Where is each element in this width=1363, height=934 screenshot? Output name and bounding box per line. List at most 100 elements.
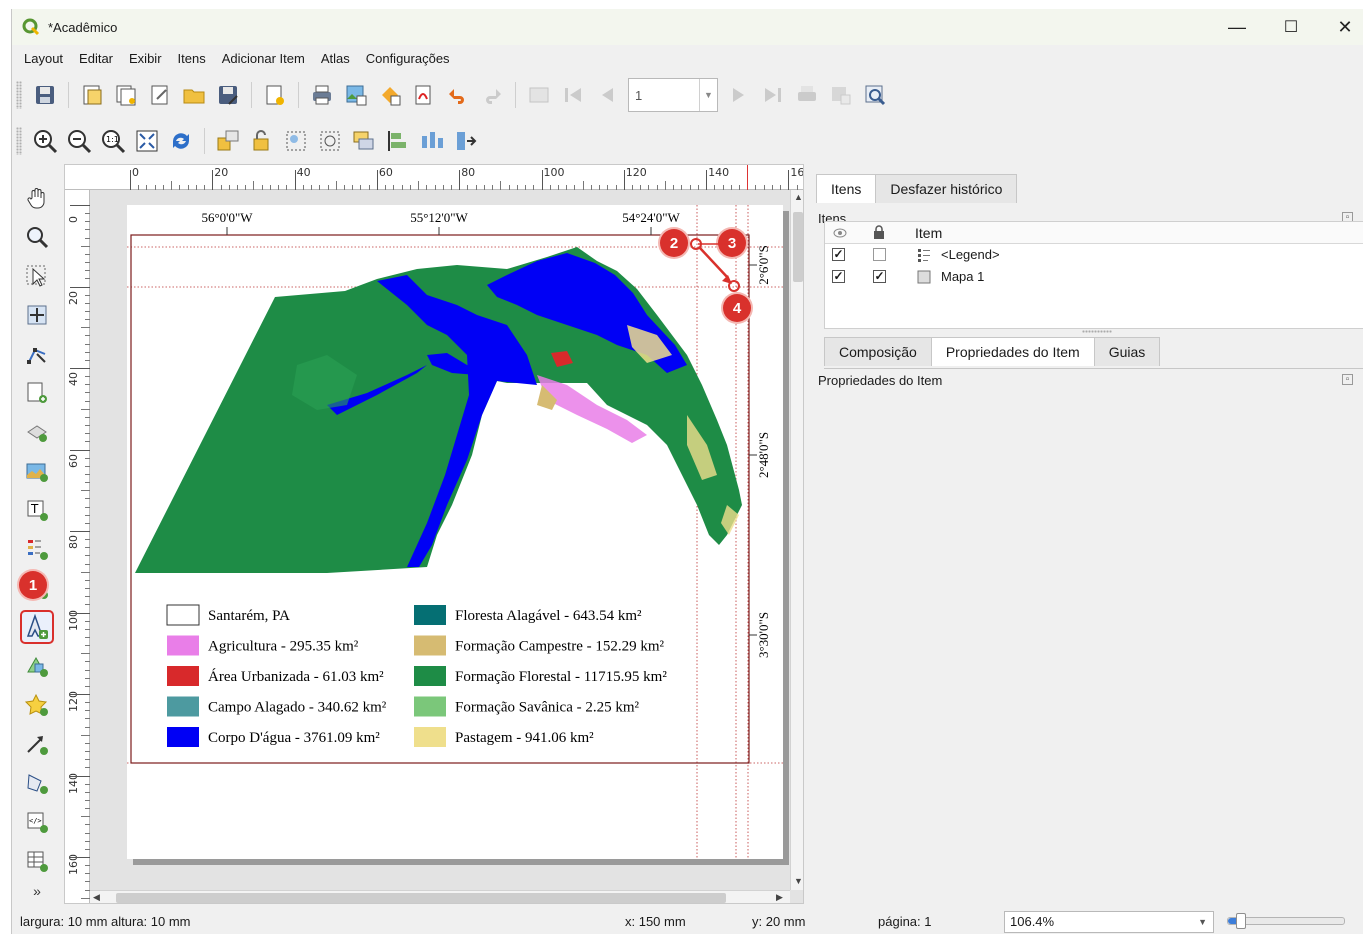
visibility-checkbox[interactable]: ✓ [832,248,845,261]
menu-exibir[interactable]: Exibir [121,51,170,66]
open-template-icon[interactable] [179,80,209,110]
atlas-last-icon[interactable] [758,80,788,110]
maximize-button[interactable]: ☐ [1264,9,1318,45]
export-image-icon[interactable] [341,80,371,110]
zoom-tool-icon[interactable] [20,220,54,254]
align-items-icon[interactable] [383,126,413,156]
menu-adicionar-item[interactable]: Adicionar Item [214,51,313,66]
add-marker-tool-icon[interactable] [20,688,54,722]
lock-checkbox[interactable]: ✓ [873,270,886,283]
ruler-v-minor-tick [85,873,90,875]
zoom-actual-icon[interactable]: 1:1 [98,126,128,156]
distribute-items-icon[interactable] [417,126,447,156]
ungroup-items-icon[interactable] [315,126,345,156]
export-svg-icon[interactable] [375,80,405,110]
lock-checkbox[interactable] [873,248,886,261]
horizontal-scroll-thumb[interactable] [116,893,726,903]
atlas-preview-icon[interactable] [524,80,554,110]
atlas-page-dropdown[interactable]: ▼ [699,79,717,111]
vertical-scroll-thumb[interactable] [793,212,803,282]
vertical-ruler[interactable]: 0 20 40 60 80 100 120 140 160 [65,190,90,903]
redo-icon[interactable] [477,80,507,110]
save-template-icon[interactable] [213,80,243,110]
ruler-h-minor-tick [780,185,782,190]
zoom-slider[interactable] [1227,913,1345,929]
horizontal-ruler[interactable]: 0 20 40 60 80 100 120 140 160 [65,165,803,190]
add-north-arrow-tool-icon[interactable] [20,610,54,644]
more-tools-chevron-icon[interactable]: » [20,883,54,899]
add-legend-tool-icon[interactable] [20,532,54,566]
zoom-slider-knob[interactable] [1235,913,1246,929]
add-label-tool-icon[interactable]: T [20,493,54,527]
toolbar-grip[interactable] [16,81,22,109]
scroll-right-icon[interactable]: ▶ [776,892,783,903]
lock-items-icon[interactable] [213,126,243,156]
toolbar-grip[interactable] [16,127,22,155]
raise-items-icon[interactable] [349,126,379,156]
tab-itens[interactable]: Itens [816,174,877,203]
ruler-v-minor-tick [85,384,90,386]
atlas-page-spinbox[interactable]: 1 ▼ [628,78,718,112]
ruler-v-minor-tick [85,457,90,459]
add-map-tool-icon[interactable] [20,376,54,410]
export-pdf-icon[interactable] [409,80,439,110]
menu-layout[interactable]: Layout [16,51,71,66]
canvas-vertical-scrollbar[interactable]: ▲ ▼ [790,190,803,890]
tab-desfazer-historico[interactable]: Desfazer histórico [875,174,1018,203]
move-content-tool-icon[interactable] [20,298,54,332]
layout-manager-icon[interactable] [145,80,175,110]
select-move-tool-icon[interactable] [20,259,54,293]
duplicate-layout-icon[interactable] [111,80,141,110]
atlas-first-icon[interactable] [558,80,588,110]
new-layout-icon[interactable] [77,80,107,110]
canvas-horizontal-scrollbar[interactable]: ◀ ▶ [90,890,790,903]
visibility-checkbox[interactable]: ✓ [832,270,845,283]
atlas-next-icon[interactable] [724,80,754,110]
resize-items-icon[interactable] [451,126,481,156]
refresh-icon[interactable] [166,126,196,156]
atlas-export-icon[interactable] [826,80,856,110]
menu-editar[interactable]: Editar [71,51,121,66]
zoom-in-icon[interactable] [30,126,60,156]
add-arrow-tool-icon[interactable] [20,727,54,761]
zoom-combobox[interactable]: 106.4% ▼ [1004,911,1214,933]
zoom-dropdown-icon[interactable]: ▼ [1198,912,1207,932]
add-attribute-table-tool-icon[interactable] [20,844,54,878]
add-html-tool-icon[interactable]: </> [20,805,54,839]
item-row-mapa1[interactable]: ✓ ✓ Mapa 1 [825,266,1363,288]
item-row-legend[interactable]: ✓ <Legend> [825,244,1363,266]
group-items-icon[interactable] [281,126,311,156]
minimize-button[interactable]: — [1210,9,1264,45]
zoom-out-icon[interactable] [64,126,94,156]
zoom-full-icon[interactable] [132,126,162,156]
menu-configuracoes[interactable]: Configurações [358,51,458,66]
pan-tool-icon[interactable] [20,181,54,215]
tab-propriedades-do-item[interactable]: Propriedades do Item [930,337,1095,366]
menu-itens[interactable]: Itens [170,51,214,66]
scroll-up-icon[interactable]: ▲ [794,192,803,202]
add-polygon-tool-icon[interactable] [20,766,54,800]
undo-icon[interactable] [443,80,473,110]
ruler-h-label: 120 [625,166,647,179]
scroll-left-icon[interactable]: ◀ [93,892,100,903]
items-tree[interactable]: Item ✓ <Legend> ✓ ✓ Mapa 1 [824,221,1363,329]
add-pages-icon[interactable] [260,80,290,110]
ruler-v-minor-tick [85,832,90,834]
atlas-print-icon[interactable] [792,80,822,110]
atlas-settings-icon[interactable] [860,80,890,110]
menu-atlas[interactable]: Atlas [313,51,358,66]
tab-guias[interactable]: Guias [1093,337,1161,366]
splitter-handle[interactable] [1082,330,1112,333]
add-shape-tool-icon[interactable] [20,649,54,683]
save-layout-icon[interactable] [30,80,60,110]
print-icon[interactable] [307,80,337,110]
add-picture-tool-icon[interactable] [20,454,54,488]
unlock-items-icon[interactable] [247,126,277,156]
atlas-previous-icon[interactable] [592,80,622,110]
add-3d-map-tool-icon[interactable] [20,415,54,449]
edit-nodes-tool-icon[interactable] [20,337,54,371]
close-button[interactable]: ✕ [1318,9,1363,45]
undock-icon[interactable]: ▫ [1342,374,1353,385]
tab-composicao[interactable]: Composição [824,337,932,366]
scroll-down-icon[interactable]: ▼ [794,876,803,886]
